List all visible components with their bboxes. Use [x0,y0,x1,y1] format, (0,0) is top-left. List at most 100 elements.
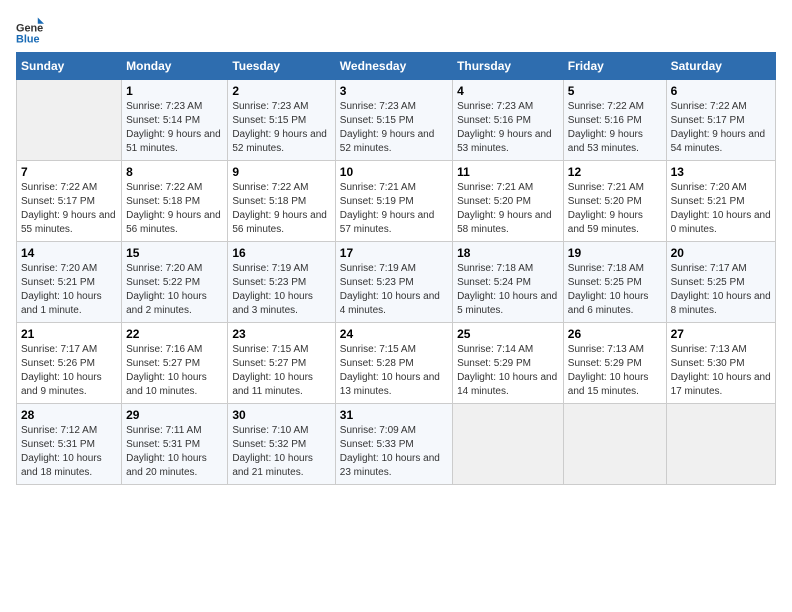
day-number: 27 [671,327,771,341]
day-number: 10 [340,165,448,179]
calendar-cell: 9 Sunrise: 7:22 AMSunset: 5:18 PMDaylight… [228,161,335,242]
header-monday: Monday [122,53,228,80]
day-number: 21 [21,327,117,341]
calendar-cell: 10 Sunrise: 7:21 AMSunset: 5:19 PMDayligh… [335,161,452,242]
calendar-cell: 30 Sunrise: 7:10 AMSunset: 5:32 PMDayligh… [228,404,335,485]
day-detail: Sunrise: 7:15 AMSunset: 5:28 PMDaylight:… [340,343,448,399]
day-detail: Sunrise: 7:21 AMSunset: 5:19 PMDaylight:… [340,181,448,237]
day-number: 28 [21,408,117,422]
day-number: 6 [671,84,771,98]
header-thursday: Thursday [453,53,564,80]
header-wednesday: Wednesday [335,53,452,80]
calendar-cell: 16 Sunrise: 7:19 AMSunset: 5:23 PMDayligh… [228,242,335,323]
calendar-cell: 19Sunrise: 7:18 AMSunset: 5:25 PMDayligh… [563,242,666,323]
calendar-cell: 8 Sunrise: 7:22 AMSunset: 5:18 PMDaylight… [122,161,228,242]
day-number: 9 [232,165,330,179]
day-detail: Sunrise: 7:13 AMSunset: 5:30 PMDaylight:… [671,343,771,399]
calendar-cell: 18Sunrise: 7:18 AMSunset: 5:24 PMDayligh… [453,242,564,323]
day-number: 1 [126,84,223,98]
header-row: SundayMondayTuesdayWednesdayThursdayFrid… [17,53,776,80]
day-number: 16 [232,246,330,260]
day-detail: Sunrise: 7:20 AMSunset: 5:22 PMDaylight:… [126,262,223,318]
day-detail: Sunrise: 7:22 AMSunset: 5:17 PMDaylight:… [21,181,117,237]
day-number: 14 [21,246,117,260]
logo: General Blue [16,16,48,44]
calendar-cell [17,80,122,161]
day-number: 15 [126,246,223,260]
day-detail: Sunrise: 7:20 AMSunset: 5:21 PMDaylight:… [21,262,117,318]
calendar-table: SundayMondayTuesdayWednesdayThursdayFrid… [16,52,776,485]
day-detail: Sunrise: 7:19 AMSunset: 5:23 PMDaylight:… [340,262,448,318]
calendar-cell: 26 Sunrise: 7:13 AMSunset: 5:29 PMDayligh… [563,323,666,404]
week-row-3: 14 Sunrise: 7:20 AMSunset: 5:21 PMDayligh… [17,242,776,323]
calendar-cell: 2Sunrise: 7:23 AMSunset: 5:15 PMDaylight… [228,80,335,161]
header-tuesday: Tuesday [228,53,335,80]
header-saturday: Saturday [666,53,775,80]
day-number: 20 [671,246,771,260]
day-number: 11 [457,165,559,179]
day-number: 22 [126,327,223,341]
day-number: 29 [126,408,223,422]
day-detail: Sunrise: 7:16 AMSunset: 5:27 PMDaylight:… [126,343,223,399]
day-detail: Sunrise: 7:23 AMSunset: 5:14 PMDaylight:… [126,100,223,156]
day-number: 2 [232,84,330,98]
day-detail: Sunrise: 7:22 AMSunset: 5:16 PMDaylight:… [568,100,662,156]
day-number: 8 [126,165,223,179]
calendar-cell: 17 Sunrise: 7:19 AMSunset: 5:23 PMDayligh… [335,242,452,323]
calendar-cell: 20Sunrise: 7:17 AMSunset: 5:25 PMDayligh… [666,242,775,323]
calendar-cell [453,404,564,485]
week-row-4: 21 Sunrise: 7:17 AMSunset: 5:26 PMDayligh… [17,323,776,404]
calendar-cell [563,404,666,485]
calendar-cell: 24 Sunrise: 7:15 AMSunset: 5:28 PMDayligh… [335,323,452,404]
week-row-5: 28 Sunrise: 7:12 AMSunset: 5:31 PMDayligh… [17,404,776,485]
day-number: 17 [340,246,448,260]
day-detail: Sunrise: 7:13 AMSunset: 5:29 PMDaylight:… [568,343,662,399]
day-detail: Sunrise: 7:17 AMSunset: 5:26 PMDaylight:… [21,343,117,399]
day-detail: Sunrise: 7:22 AMSunset: 5:18 PMDaylight:… [126,181,223,237]
day-detail: Sunrise: 7:12 AMSunset: 5:31 PMDaylight:… [21,424,117,480]
day-number: 5 [568,84,662,98]
day-number: 4 [457,84,559,98]
day-number: 7 [21,165,117,179]
header-sunday: Sunday [17,53,122,80]
week-row-2: 7 Sunrise: 7:22 AMSunset: 5:17 PMDaylight… [17,161,776,242]
calendar-cell: 7 Sunrise: 7:22 AMSunset: 5:17 PMDaylight… [17,161,122,242]
calendar-cell: 5 Sunrise: 7:22 AMSunset: 5:16 PMDaylight… [563,80,666,161]
calendar-cell: 14 Sunrise: 7:20 AMSunset: 5:21 PMDayligh… [17,242,122,323]
day-detail: Sunrise: 7:09 AMSunset: 5:33 PMDaylight:… [340,424,448,480]
calendar-cell: 23Sunrise: 7:15 AMSunset: 5:27 PMDayligh… [228,323,335,404]
calendar-cell: 22 Sunrise: 7:16 AMSunset: 5:27 PMDayligh… [122,323,228,404]
calendar-cell: 28 Sunrise: 7:12 AMSunset: 5:31 PMDayligh… [17,404,122,485]
calendar-cell: 1 Sunrise: 7:23 AMSunset: 5:14 PMDaylight… [122,80,228,161]
calendar-cell: 15 Sunrise: 7:20 AMSunset: 5:22 PMDayligh… [122,242,228,323]
calendar-cell: 4 Sunrise: 7:23 AMSunset: 5:16 PMDaylight… [453,80,564,161]
day-number: 24 [340,327,448,341]
calendar-cell: 3 Sunrise: 7:23 AMSunset: 5:15 PMDaylight… [335,80,452,161]
calendar-cell: 6 Sunrise: 7:22 AMSunset: 5:17 PMDaylight… [666,80,775,161]
day-detail: Sunrise: 7:19 AMSunset: 5:23 PMDaylight:… [232,262,330,318]
day-number: 26 [568,327,662,341]
calendar-cell [666,404,775,485]
calendar-cell: 12Sunrise: 7:21 AMSunset: 5:20 PMDayligh… [563,161,666,242]
logo-icon: General Blue [16,16,44,44]
calendar-cell: 25 Sunrise: 7:14 AMSunset: 5:29 PMDayligh… [453,323,564,404]
calendar-cell: 27 Sunrise: 7:13 AMSunset: 5:30 PMDayligh… [666,323,775,404]
page-header: General Blue [16,16,776,44]
day-detail: Sunrise: 7:11 AMSunset: 5:31 PMDaylight:… [126,424,223,480]
day-detail: Sunrise: 7:10 AMSunset: 5:32 PMDaylight:… [232,424,330,480]
day-detail: Sunrise: 7:22 AMSunset: 5:17 PMDaylight:… [671,100,771,156]
day-detail: Sunrise: 7:22 AMSunset: 5:18 PMDaylight:… [232,181,330,237]
day-number: 3 [340,84,448,98]
day-detail: Sunrise: 7:14 AMSunset: 5:29 PMDaylight:… [457,343,559,399]
day-number: 31 [340,408,448,422]
day-detail: Sunrise: 7:15 AMSunset: 5:27 PMDaylight:… [232,343,330,399]
calendar-cell: 11 Sunrise: 7:21 AMSunset: 5:20 PMDayligh… [453,161,564,242]
day-detail: Sunrise: 7:23 AMSunset: 5:16 PMDaylight:… [457,100,559,156]
day-detail: Sunrise: 7:23 AMSunset: 5:15 PMDaylight:… [340,100,448,156]
day-number: 13 [671,165,771,179]
day-number: 25 [457,327,559,341]
day-number: 30 [232,408,330,422]
day-detail: Sunrise: 7:21 AMSunset: 5:20 PMDaylight:… [457,181,559,237]
day-detail: Sunrise: 7:21 AMSunset: 5:20 PMDaylight:… [568,181,662,237]
calendar-cell: 29 Sunrise: 7:11 AMSunset: 5:31 PMDayligh… [122,404,228,485]
